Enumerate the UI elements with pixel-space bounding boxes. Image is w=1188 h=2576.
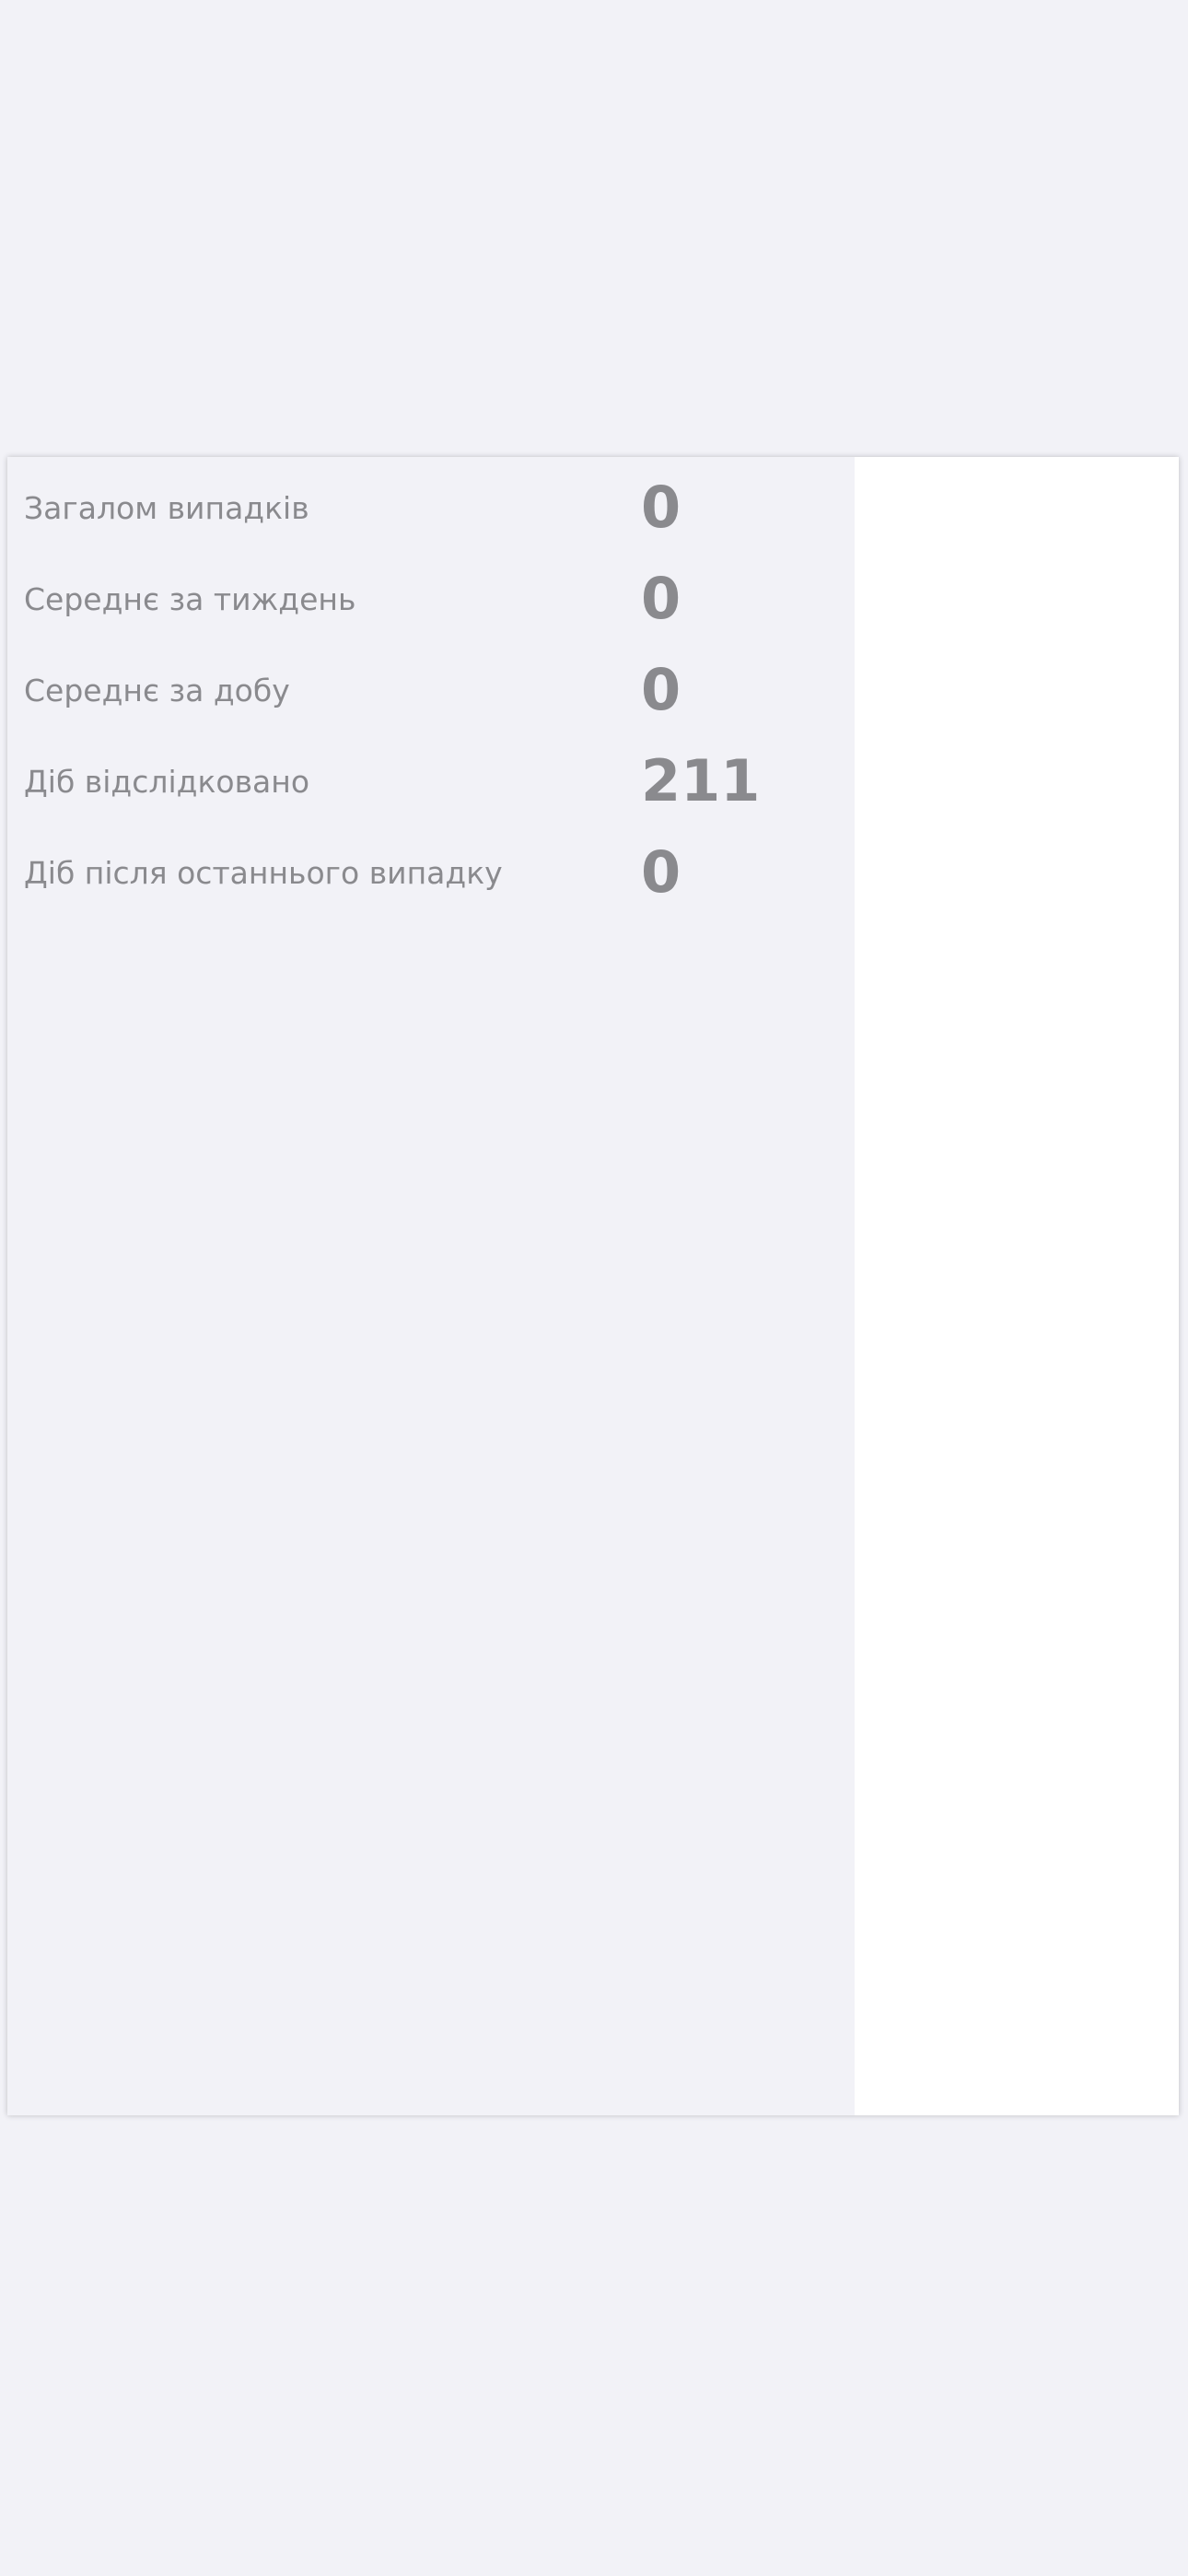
screen: Загалом випадків 0 Середнє за тиждень 0 … <box>0 0 1188 2576</box>
stat-row-daily-average: Середнє за добу 0 <box>7 639 855 731</box>
stat-value: 0 <box>641 474 681 541</box>
stat-value: 211 <box>641 747 761 814</box>
stat-value: 0 <box>641 565 681 632</box>
stat-label: Середнє за тиждень <box>24 581 356 617</box>
stat-label: Діб після останнього випадку <box>24 855 503 891</box>
stat-row-weekly-average: Середнє за тиждень 0 <box>7 548 855 639</box>
stat-row-total-cases: Загалом випадків 0 <box>7 457 855 548</box>
stats-panel: Загалом випадків 0 Середнє за тиждень 0 … <box>7 457 855 2115</box>
stat-row-days-since-last-case: Діб після останнього випадку 0 <box>7 822 855 913</box>
stat-value: 0 <box>641 656 681 723</box>
stat-label: Середнє за добу <box>24 673 290 708</box>
stat-value: 0 <box>641 838 681 906</box>
chart-panel <box>855 457 1179 2115</box>
stat-label: Діб відслідковано <box>24 764 310 800</box>
stat-row-days-tracked: Діб відслідковано 211 <box>7 731 855 822</box>
stats-card: Загалом випадків 0 Середнє за тиждень 0 … <box>7 457 1179 2115</box>
stat-label: Загалом випадків <box>24 490 309 526</box>
